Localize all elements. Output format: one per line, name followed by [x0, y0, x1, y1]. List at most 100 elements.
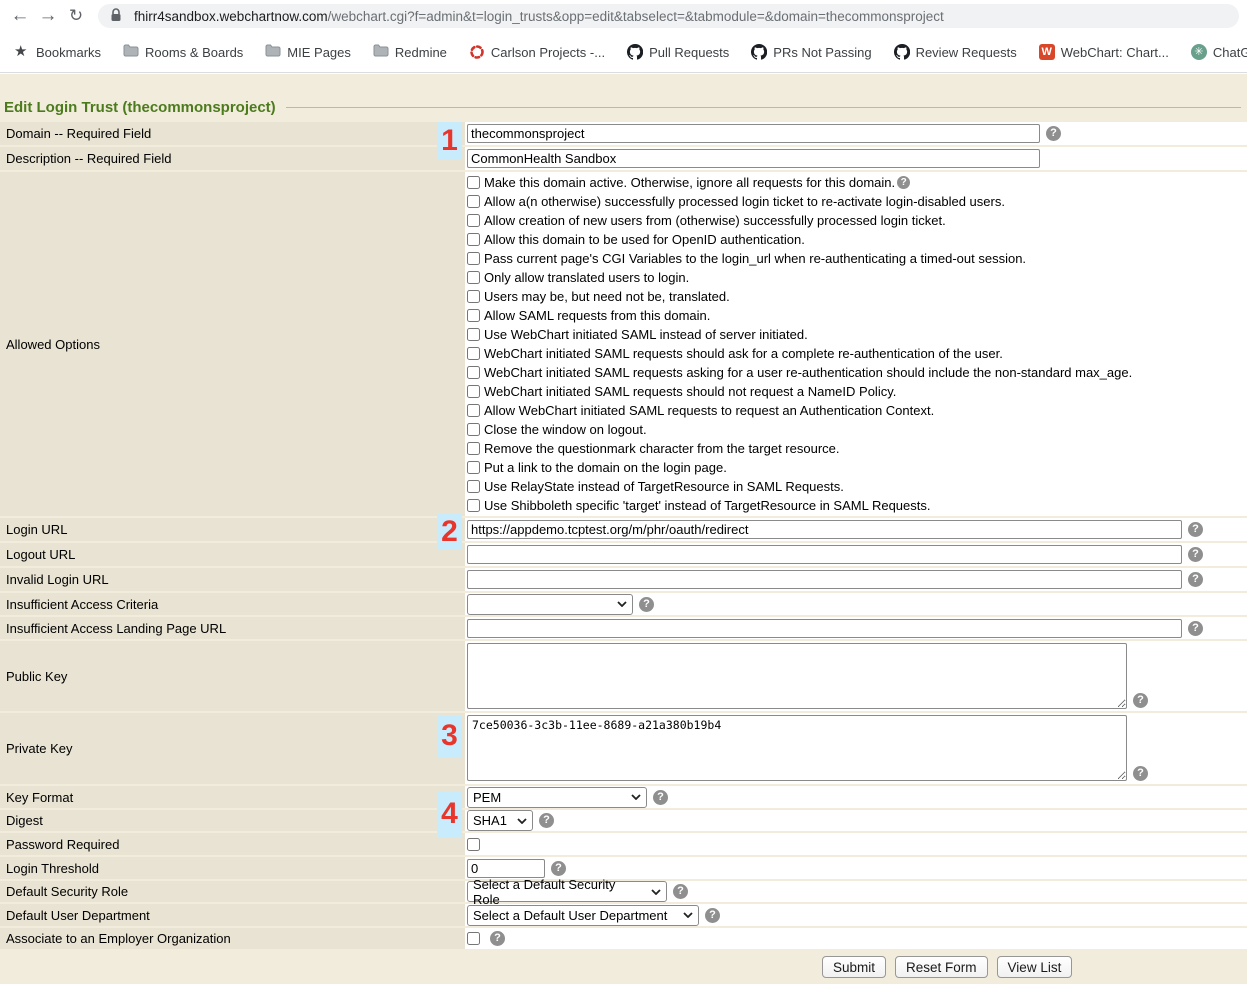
insufficient-access-criteria-label: Insufficient Access Criteria: [0, 593, 465, 615]
checkbox[interactable]: [467, 404, 480, 417]
back-icon[interactable]: [6, 0, 34, 32]
checkbox[interactable]: [467, 290, 480, 303]
checkbox[interactable]: [467, 442, 480, 455]
help-icon[interactable]: [673, 884, 688, 899]
help-icon[interactable]: [551, 861, 566, 876]
allowed-option[interactable]: Remove the questionmark character from t…: [467, 439, 1247, 458]
allowed-option[interactable]: Use WebChart initiated SAML instead of s…: [467, 325, 1247, 344]
carlson-icon: [469, 44, 485, 60]
bookmark-pull-requests[interactable]: Pull Requests: [627, 44, 729, 60]
allowed-option[interactable]: WebChart initiated SAML requests asking …: [467, 363, 1247, 382]
allowed-option[interactable]: Allow creation of new users from (otherw…: [467, 211, 1247, 230]
allowed-options-label: Allowed Options: [0, 172, 465, 516]
bookmark-carlson-projects[interactable]: Carlson Projects -...: [469, 44, 605, 60]
checkbox[interactable]: [467, 366, 480, 379]
bookmark-chatgpt[interactable]: ChatGPT: [1191, 44, 1247, 60]
help-icon[interactable]: [1188, 621, 1203, 636]
checkbox[interactable]: [467, 252, 480, 265]
checkbox[interactable]: [467, 195, 480, 208]
bookmark-prs-not-passing[interactable]: PRs Not Passing: [751, 44, 871, 60]
forward-icon[interactable]: [34, 0, 62, 32]
bookmark-webchart[interactable]: WebChart: Chart...: [1039, 44, 1169, 60]
allowed-option[interactable]: Allow a(n otherwise) successfully proces…: [467, 192, 1247, 211]
help-icon[interactable]: [1133, 693, 1148, 708]
chevron-down-icon: [617, 601, 627, 607]
domain-label: Domain -- Required Field: [0, 122, 465, 145]
chevron-down-icon: [683, 912, 693, 918]
checkbox[interactable]: [467, 309, 480, 322]
help-icon[interactable]: [653, 790, 668, 805]
help-icon[interactable]: [1188, 547, 1203, 562]
allowed-option[interactable]: Users may be, but need not be, translate…: [467, 287, 1247, 306]
checkbox[interactable]: [467, 461, 480, 474]
help-icon[interactable]: [1188, 522, 1203, 537]
help-icon[interactable]: [1133, 766, 1148, 781]
checkbox[interactable]: [467, 233, 480, 246]
help-icon[interactable]: [1046, 126, 1061, 141]
insufficient-access-landing-input[interactable]: [467, 619, 1182, 638]
checkbox[interactable]: [467, 328, 480, 341]
bookmark-redmine[interactable]: Redmine: [373, 44, 447, 60]
help-icon[interactable]: [897, 176, 910, 189]
invalid-login-url-label: Invalid Login URL: [0, 568, 465, 591]
allowed-option[interactable]: Use RelayState instead of TargetResource…: [467, 477, 1247, 496]
allowed-option[interactable]: Allow WebChart initiated SAML requests t…: [467, 401, 1247, 420]
allowed-option[interactable]: Make this domain active. Otherwise, igno…: [467, 173, 1247, 192]
checkbox[interactable]: [467, 480, 480, 493]
bookmark-bookmarks[interactable]: Bookmarks: [14, 44, 101, 60]
form-row-private-key: Private Key 7ce50036-3c3b-11ee-8689-a21a…: [0, 713, 1247, 784]
help-icon[interactable]: [539, 813, 554, 828]
help-icon[interactable]: [705, 908, 720, 923]
public-key-textarea[interactable]: [467, 643, 1127, 709]
view-list-button[interactable]: View List: [997, 956, 1073, 978]
allowed-option[interactable]: Allow this domain to be used for OpenID …: [467, 230, 1247, 249]
bookmark-rooms-boards[interactable]: Rooms & Boards: [123, 44, 243, 60]
bookmark-label: PRs Not Passing: [773, 45, 871, 60]
private-key-textarea[interactable]: 7ce50036-3c3b-11ee-8689-a21a380b19b4: [467, 715, 1127, 781]
default-security-role-select[interactable]: Select a Default Security Role: [467, 881, 667, 902]
checkbox[interactable]: [467, 499, 480, 512]
reset-form-button[interactable]: Reset Form: [895, 956, 988, 978]
logout-url-input[interactable]: [467, 545, 1182, 564]
allowed-option[interactable]: Put a link to the domain on the login pa…: [467, 458, 1247, 477]
allowed-options-list: Make this domain active. Otherwise, igno…: [467, 172, 1247, 516]
checkbox[interactable]: [467, 214, 480, 227]
allowed-option[interactable]: WebChart initiated SAML requests should …: [467, 344, 1247, 363]
address-bar[interactable]: fhirr4sandbox.webchartnow.com/webchart.c…: [98, 4, 1239, 28]
reload-icon[interactable]: [62, 0, 90, 32]
default-user-department-select[interactable]: Select a Default User Department: [467, 905, 699, 926]
associate-employer-checkbox[interactable]: [467, 932, 480, 945]
url-path: /webchart.cgi?f=admin&t=login_trusts&opp…: [328, 9, 944, 24]
allowed-option[interactable]: Only allow translated users to login.: [467, 268, 1247, 287]
checkbox[interactable]: [467, 423, 480, 436]
bookmark-review-requests[interactable]: Review Requests: [894, 44, 1017, 60]
insufficient-access-criteria-select[interactable]: [467, 594, 633, 615]
password-required-label: Password Required: [0, 833, 465, 855]
bookmark-mie-pages[interactable]: MIE Pages: [265, 44, 351, 60]
help-icon[interactable]: [1188, 572, 1203, 587]
checkbox[interactable]: [467, 176, 480, 189]
allowed-option[interactable]: Allow SAML requests from this domain.: [467, 306, 1247, 325]
checkbox[interactable]: [467, 385, 480, 398]
checkbox[interactable]: [467, 271, 480, 284]
allowed-option[interactable]: Pass current page's CGI Variables to the…: [467, 249, 1247, 268]
login-url-input[interactable]: [467, 520, 1182, 539]
help-icon[interactable]: [490, 931, 505, 946]
invalid-login-url-input[interactable]: [467, 570, 1182, 589]
digest-select[interactable]: SHA1: [467, 810, 533, 831]
checkbox[interactable]: [467, 347, 480, 360]
form-row-public-key: Public Key: [0, 641, 1247, 711]
allowed-option[interactable]: Close the window on logout.: [467, 420, 1247, 439]
submit-button[interactable]: Submit: [822, 956, 886, 978]
url-domain: fhirr4sandbox.webchartnow.com: [134, 9, 328, 24]
password-required-checkbox[interactable]: [467, 838, 480, 851]
help-icon[interactable]: [639, 597, 654, 612]
description-label: Description -- Required Field: [0, 147, 465, 170]
login-threshold-input[interactable]: [467, 859, 545, 878]
key-format-select[interactable]: PEM: [467, 787, 647, 808]
allowed-option[interactable]: Use Shibboleth specific 'target' instead…: [467, 496, 1247, 515]
annotation-marker-2: 2: [437, 513, 462, 550]
domain-input[interactable]: [467, 124, 1040, 143]
allowed-option[interactable]: WebChart initiated SAML requests should …: [467, 382, 1247, 401]
description-input[interactable]: [467, 149, 1040, 168]
